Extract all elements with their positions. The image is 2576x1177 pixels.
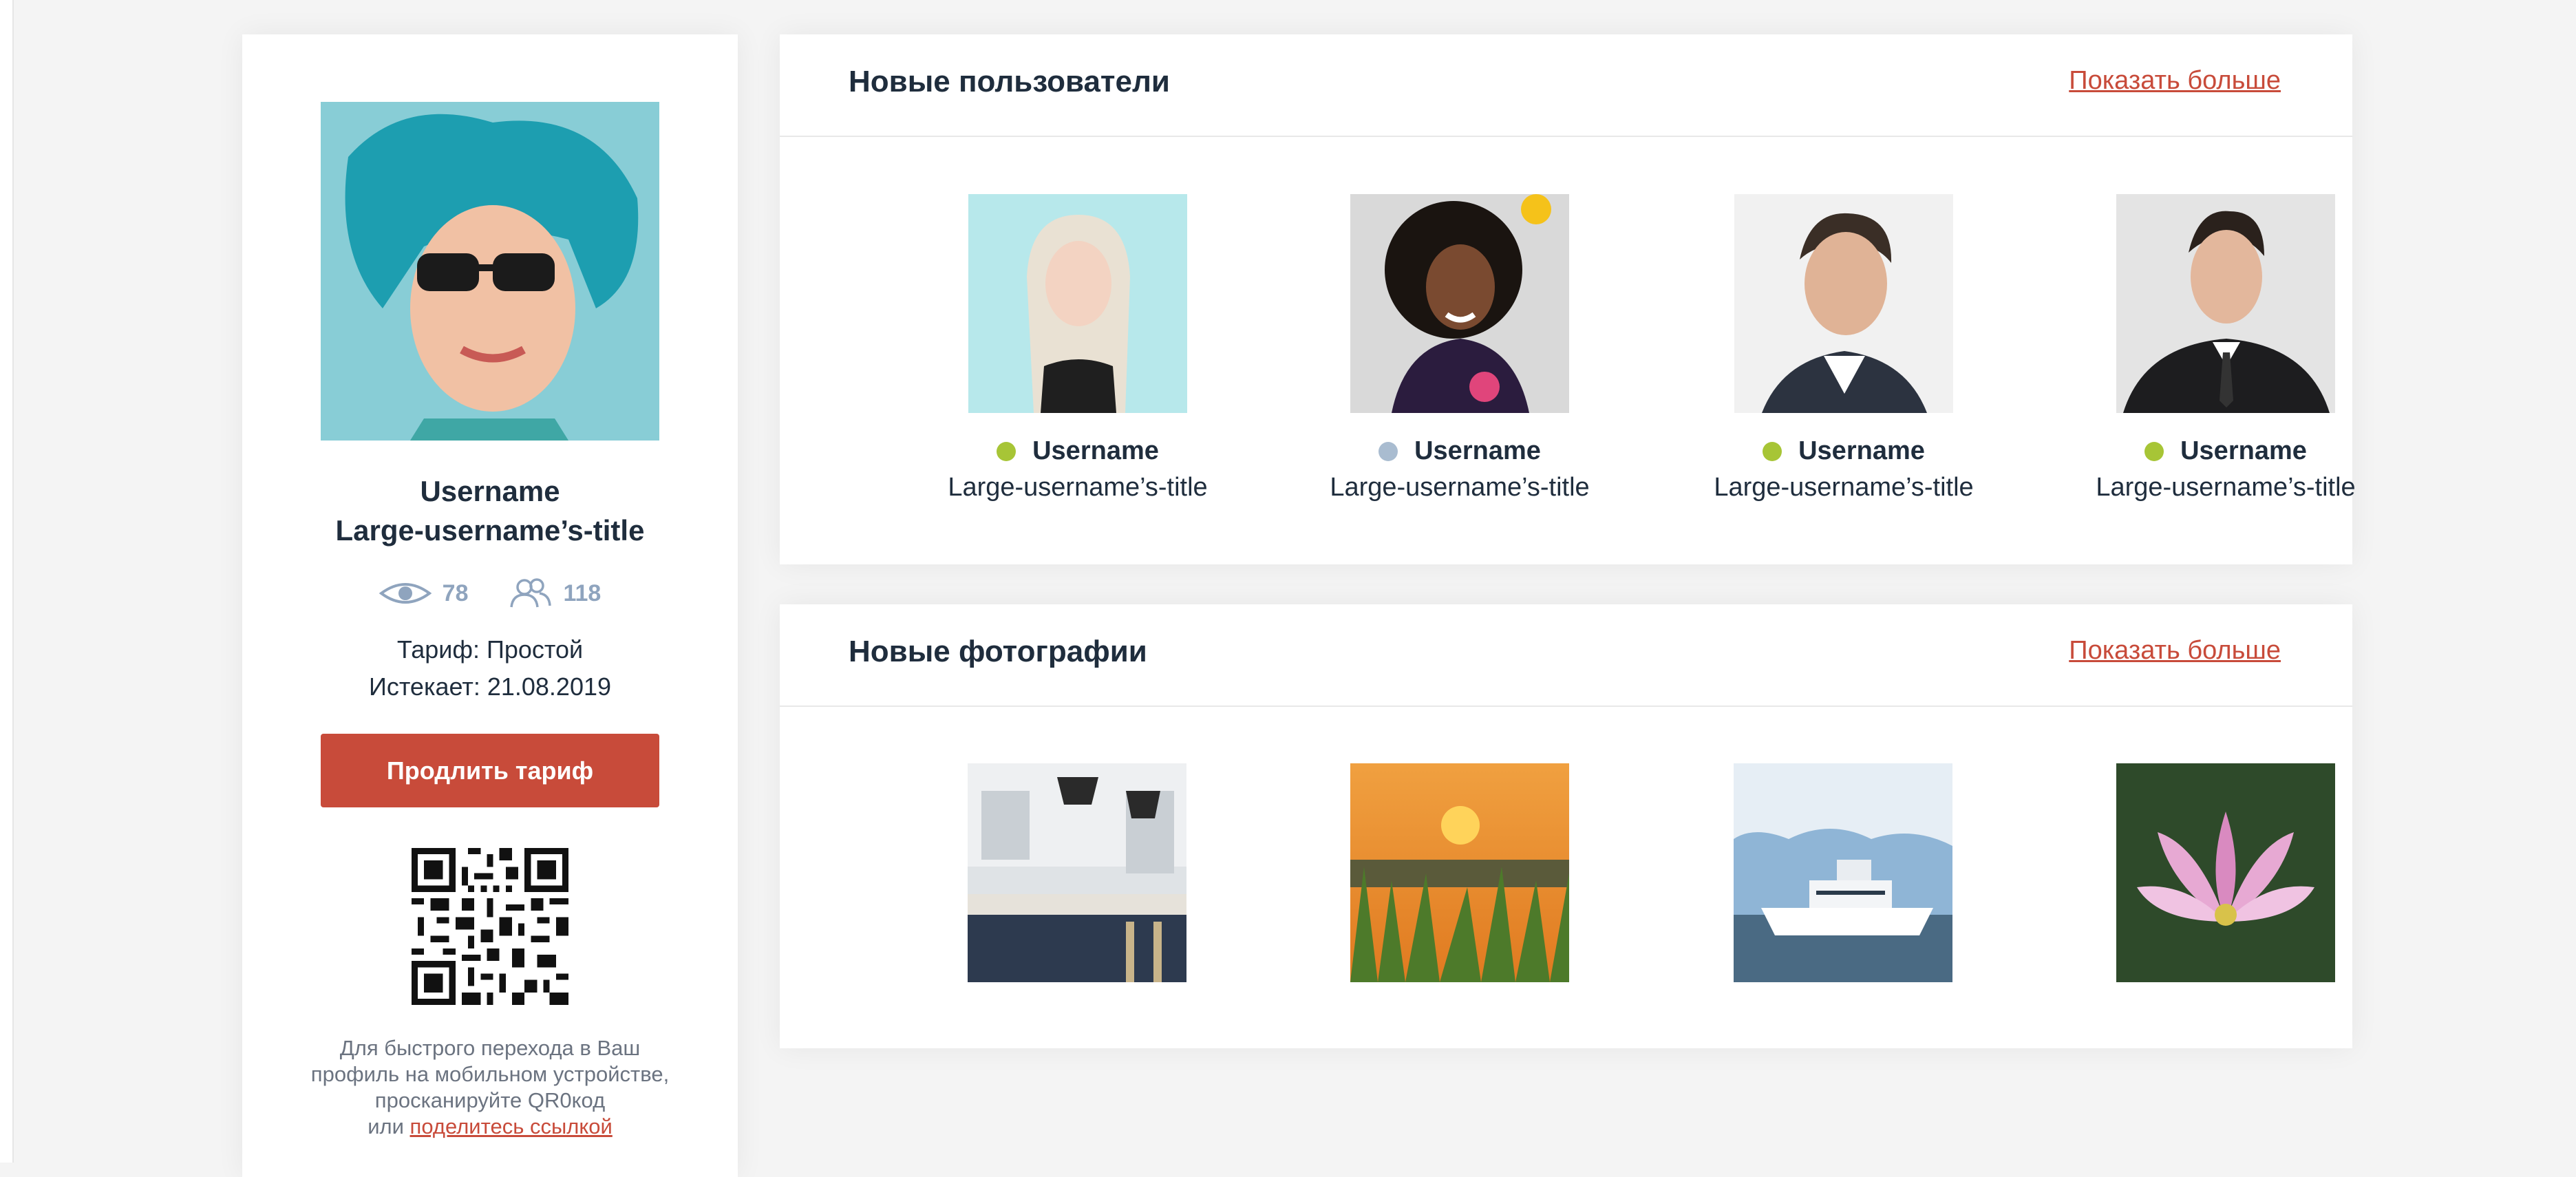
new-users-panel: Новые пользователи Показать больше Usern… [780,34,2356,564]
user-avatar[interactable] [968,194,1187,413]
panel-header: Новые пользователи Показать больше [780,34,2352,137]
new-photos-panel: Новые фотографии Показать больше [780,604,2352,1048]
friends-stat: 118 [509,578,601,608]
user-avatar[interactable] [1734,194,1953,413]
page-divider [12,0,14,1163]
qr-text-line: просканируйте QR0код [374,1088,606,1112]
panel-header: Новые фотографии Показать больше [780,604,2352,707]
user-name-row: Username [1315,436,1604,466]
photo-thumbnail-lotus[interactable] [2116,763,2335,982]
show-more-users-link[interactable]: Показать больше [2069,66,2281,96]
qr-description: Для быстрого перехода в Ваш профиль на м… [263,1035,717,1140]
users-icon [510,578,552,608]
user-title: Large-username’s-title [1330,473,1590,502]
friends-count: 118 [563,580,602,606]
user-title: Large-username’s-title [1714,473,1974,502]
share-link[interactable]: поделитесь ссылкой [410,1114,613,1138]
panel-title: Новые пользователи [849,65,1170,98]
user-title: Large-username’s-title [948,473,1208,502]
profile-stats: 78 118 [242,578,738,608]
profile-title: Large-username’s-title [335,514,645,547]
user-card[interactable]: Username Large-username’s-title [2081,194,2370,502]
photo-thumbnail-kitchen[interactable] [968,763,1186,982]
user-card[interactable]: Username Large-username’s-title [933,194,1222,502]
user-name: Username [1798,436,1925,465]
show-more-photos-link[interactable]: Показать больше [2069,636,2281,666]
qr-text-line: профиль на мобильном устройстве, [310,1062,670,1086]
profile-card: Username Large-username’s-title 78 118 Т… [242,34,738,1177]
plan-name: Тариф: Простой [396,635,584,664]
online-status-dot [1763,441,1782,461]
qr-text-line: Для быстрого перехода в Ваш [339,1036,641,1060]
qr-code[interactable] [412,848,568,1005]
user-avatar[interactable] [1350,194,1569,413]
user-name-row: Username [2081,436,2370,466]
views-stat: 78 [379,580,469,607]
profile-username: Username [420,475,560,507]
profile-avatar[interactable] [321,102,659,441]
extend-plan-button[interactable]: Продлить тариф [321,734,659,807]
user-title: Large-username’s-title [2096,473,2356,502]
views-count: 78 [442,580,469,606]
eye-icon [379,583,432,604]
online-status-dot [997,441,1016,461]
user-name: Username [1032,436,1159,465]
qr-text-or: или [368,1114,404,1138]
user-avatar[interactable] [2116,194,2335,413]
online-status-dot [2144,441,2164,461]
user-name-row: Username [1699,436,1988,466]
user-card[interactable]: Username Large-username’s-title [1699,194,1988,502]
user-name-row: Username [933,436,1222,466]
photo-thumbnail-sunset[interactable] [1350,763,1569,982]
user-card[interactable]: Username Large-username’s-title [1315,194,1604,502]
user-name: Username [2180,436,2307,465]
qr-text-line: или поделитесь ссылкой [263,1114,717,1140]
plan-expires: Истекает: 21.08.2019 [368,672,612,701]
panel-title: Новые фотографии [849,635,1147,668]
user-name: Username [1414,436,1541,465]
page-edge [0,0,12,1163]
photo-thumbnail-yacht[interactable] [1734,763,1952,982]
offline-status-dot [1379,441,1398,461]
